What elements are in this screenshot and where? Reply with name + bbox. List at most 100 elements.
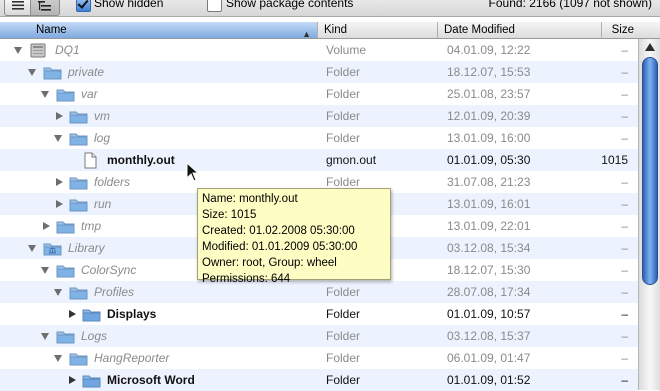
disclosure-triangle-open-icon[interactable] <box>14 47 22 54</box>
file-info-tooltip: Name: monthly.out Size: 1015 Created: 01… <box>197 188 391 285</box>
row-name: Logs <box>81 329 108 343</box>
row-date: 18.12.07, 15:30 <box>447 263 531 277</box>
row-date: 18.12.07, 15:53 <box>447 65 531 79</box>
row-size: – <box>621 43 628 57</box>
row-date: 06.01.09, 01:47 <box>447 351 531 365</box>
row-name: HangReporter <box>94 351 170 365</box>
disclosure-triangle-closed-icon[interactable] <box>56 178 63 186</box>
row-size: – <box>621 241 628 255</box>
tree-row[interactable]: DQ1 Volume 04.01.09, 12:22 – <box>0 39 638 61</box>
disclosure-triangle-closed-icon[interactable] <box>56 200 63 208</box>
row-name: Displays <box>107 307 157 321</box>
row-date: 01.01.09, 01:52 <box>447 373 531 387</box>
row-name: Profiles <box>94 285 135 299</box>
disclosure-triangle-closed-icon[interactable] <box>69 376 76 384</box>
row-name: monthly.out <box>107 153 175 167</box>
scroll-up-arrow-icon[interactable] <box>645 43 655 51</box>
row-name: vm <box>94 109 110 123</box>
scroll-thumb[interactable] <box>642 57 658 285</box>
drive-icon <box>30 43 46 58</box>
tooltip-owner: Owner: root, Group: wheel <box>202 257 337 269</box>
tree-view-button[interactable] <box>30 0 60 16</box>
row-date: 13.01.09, 22:01 <box>447 219 531 233</box>
row-kind: gmon.out <box>326 153 377 167</box>
row-size: – <box>621 65 628 79</box>
row-date: 03.12.08, 15:34 <box>447 241 531 255</box>
row-size: – <box>621 87 628 101</box>
row-size: – <box>621 131 628 145</box>
tree-row[interactable]: private Folder 18.12.07, 15:53 – <box>0 61 638 83</box>
show-hidden-label: Show hidden <box>94 0 164 10</box>
disclosure-triangle-open-icon[interactable] <box>41 91 49 98</box>
show-package-contents-checkbox[interactable] <box>207 0 222 12</box>
folder-icon <box>56 221 75 234</box>
tree-row[interactable]: HangReporter Folder 06.01.09, 01:47 – <box>0 347 638 369</box>
disclosure-triangle-closed-icon[interactable] <box>43 222 50 230</box>
column-headers: Name ▲ Kind Date Modified Size <box>0 22 660 39</box>
tree-view-icon <box>38 1 51 11</box>
disclosure-triangle-closed-icon[interactable] <box>69 310 76 318</box>
tooltip-created: Created: 01.02.2008 05:30:00 <box>202 225 355 237</box>
tree-row[interactable]: var Folder 25.01.08, 23:57 – <box>0 83 638 105</box>
list-view-icon <box>12 1 24 10</box>
disclosure-triangle-open-icon[interactable] <box>54 289 62 296</box>
column-header-date-modified[interactable]: Date Modified <box>438 22 602 38</box>
disclosure-triangle-open-icon[interactable] <box>54 135 62 142</box>
row-kind: Folder <box>326 373 361 387</box>
list-view-button[interactable] <box>4 0 32 16</box>
row-name: ColorSync <box>81 263 137 277</box>
folder-icon <box>82 375 101 388</box>
folder-icon <box>56 331 75 344</box>
tree-row[interactable]: Displays Folder 01.01.09, 10:57 – <box>0 303 638 325</box>
row-name: DQ1 <box>55 43 80 57</box>
row-size: – <box>621 373 628 387</box>
tree-row[interactable]: log Folder 13.01.09, 16:00 – <box>0 127 638 149</box>
column-header-name-label: Name <box>36 24 67 36</box>
disclosure-triangle-closed-icon[interactable] <box>56 112 63 120</box>
folder-icon <box>69 287 88 300</box>
column-header-kind[interactable]: Kind <box>318 22 438 38</box>
row-date: 25.01.08, 23:57 <box>447 87 531 101</box>
show-hidden-checkbox[interactable] <box>76 0 91 12</box>
row-size: – <box>621 307 628 321</box>
disclosure-triangle-open-icon[interactable] <box>28 245 36 252</box>
folder-icon <box>43 67 62 80</box>
row-name: var <box>81 87 98 101</box>
disclosure-triangle-open-icon[interactable] <box>41 333 49 340</box>
row-date: 28.07.08, 17:34 <box>447 285 531 299</box>
row-date: 13.01.09, 16:00 <box>447 131 531 145</box>
row-size: – <box>621 219 628 233</box>
row-size: – <box>621 175 628 189</box>
tree-row[interactable]: monthly.out gmon.out 01.01.09, 05:30 101… <box>0 149 638 171</box>
folder-icon <box>82 309 101 322</box>
tree-row[interactable]: Logs Folder 03.12.08, 15:37 – <box>0 325 638 347</box>
tooltip-size: Size: 1015 <box>202 209 257 221</box>
document-icon <box>84 152 97 169</box>
row-size: – <box>621 197 628 211</box>
library-folder-icon <box>43 243 62 256</box>
column-header-name[interactable]: Name ▲ <box>0 22 318 39</box>
row-size: – <box>621 263 628 277</box>
vertical-scrollbar[interactable] <box>638 39 660 390</box>
disclosure-triangle-open-icon[interactable] <box>28 69 36 76</box>
folder-icon <box>56 265 75 278</box>
tree-row[interactable]: Microsoft Word Folder 01.01.09, 01:52 – <box>0 369 638 391</box>
row-size: – <box>621 351 628 365</box>
row-name: Microsoft Word <box>107 373 195 387</box>
row-name: folders <box>94 175 131 189</box>
row-size: – <box>621 329 628 343</box>
tooltip-name: Name: monthly.out <box>202 193 298 205</box>
row-kind: Folder <box>326 329 361 343</box>
row-kind: Folder <box>326 131 361 145</box>
column-header-size[interactable]: Size <box>602 22 638 38</box>
tree-row[interactable]: vm Folder 12.01.09, 20:39 – <box>0 105 638 127</box>
tooltip-permissions: Permissions: 644 <box>202 273 291 285</box>
disclosure-triangle-open-icon[interactable] <box>41 267 49 274</box>
row-kind: Volume <box>326 43 367 57</box>
folder-icon <box>69 133 88 146</box>
row-date: 03.12.08, 15:37 <box>447 329 531 343</box>
row-name: run <box>94 197 112 211</box>
folder-icon <box>56 89 75 102</box>
disclosure-triangle-open-icon[interactable] <box>54 355 62 362</box>
toolbar: Show hidden Show package contents Found:… <box>0 0 660 17</box>
